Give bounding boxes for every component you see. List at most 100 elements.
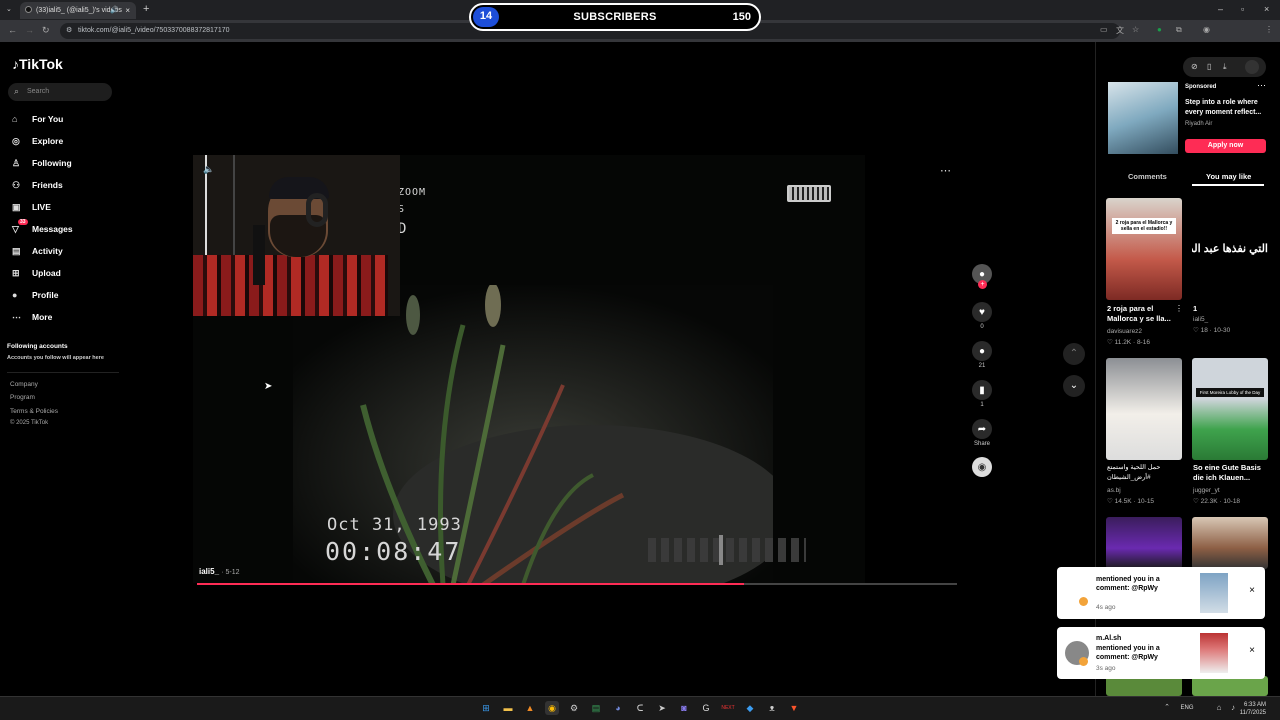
tab-list-icon[interactable]: ⌄ bbox=[6, 5, 12, 13]
close-notification-icon[interactable]: × bbox=[1249, 645, 1255, 656]
nav-live[interactable]: ▣ LIVE bbox=[12, 202, 51, 213]
ad-more-icon[interactable]: ⋯ bbox=[1257, 80, 1266, 91]
app-chat-icon[interactable]: ◙ bbox=[677, 701, 691, 715]
footer-terms[interactable]: Terms & Policies bbox=[10, 408, 58, 415]
card-thumbnail[interactable]: التي نفذها عبد الد bbox=[1192, 198, 1268, 300]
discord-icon[interactable]: ◕ bbox=[611, 701, 625, 715]
nav-activity[interactable]: ▤ Activity bbox=[12, 246, 63, 257]
card-thumbnail[interactable] bbox=[1106, 517, 1182, 569]
ad-title[interactable]: Step into a role where every moment refl… bbox=[1185, 98, 1269, 118]
card-thumbnail[interactable] bbox=[1106, 676, 1182, 696]
next-video-button[interactable]: ⌄ bbox=[1063, 375, 1085, 397]
like-button[interactable]: ♥ 0 bbox=[972, 302, 992, 330]
network-icon[interactable]: ⌂ bbox=[1212, 701, 1226, 715]
card-title[interactable]: 1 bbox=[1193, 304, 1269, 314]
nav-upload[interactable]: ⊞ Upload bbox=[12, 268, 61, 279]
minimize-icon[interactable]: – bbox=[1218, 4, 1223, 14]
save-button[interactable]: ▮ 1 bbox=[972, 380, 992, 408]
tray-chevron-icon[interactable]: ⌃ bbox=[1160, 701, 1174, 715]
mention-notification[interactable]: mentioned you in a comment: @RpWy 4s ago… bbox=[1057, 567, 1265, 619]
close-notification-icon[interactable]: × bbox=[1249, 585, 1255, 596]
card-more-icon[interactable]: ⋮ bbox=[1175, 304, 1183, 313]
music-disc[interactable]: ◉ bbox=[972, 457, 992, 477]
extension-icon[interactable]: ● bbox=[1157, 25, 1162, 34]
speaker-icon[interactable]: 🔊 bbox=[110, 6, 119, 14]
device-icon[interactable]: ▯ bbox=[1207, 62, 1211, 71]
account-icon[interactable]: ◉ bbox=[1203, 25, 1210, 34]
start-icon[interactable]: ⊞ bbox=[479, 701, 493, 715]
forward-icon[interactable]: → bbox=[25, 25, 34, 35]
card-user[interactable]: davisuarez2 bbox=[1107, 328, 1142, 335]
user-avatar-icon[interactable] bbox=[1245, 60, 1259, 74]
language-indicator[interactable]: ENG bbox=[1175, 701, 1199, 715]
file-explorer-icon[interactable]: ▬ bbox=[501, 701, 515, 715]
card-thumbnail[interactable] bbox=[1106, 358, 1182, 460]
back-icon[interactable]: ← bbox=[8, 25, 17, 35]
extensions-puzzle-icon[interactable]: ⧉ bbox=[1176, 25, 1182, 35]
app-a-icon[interactable]: ▲ bbox=[523, 701, 537, 715]
nav-for-you[interactable]: ⌂ For You bbox=[12, 114, 63, 124]
follow-plus-icon[interactable]: + bbox=[978, 280, 987, 289]
creator-avatar[interactable]: ● + bbox=[972, 264, 992, 289]
comment-button[interactable]: ● 21 bbox=[972, 341, 992, 369]
tiktok-logo[interactable]: ♪TikTok bbox=[12, 56, 63, 72]
footer-program[interactable]: Program bbox=[10, 394, 35, 401]
tab-comments[interactable]: Comments bbox=[1128, 172, 1167, 181]
chrome-icon[interactable]: ◉ bbox=[545, 701, 559, 715]
card-thumbnail[interactable]: 2 roja para el Mallorca y sella en el es… bbox=[1106, 198, 1182, 300]
card-thumbnail[interactable]: First Moreira Lobby of the Day bbox=[1192, 358, 1268, 460]
app-gear-icon[interactable]: ⚙ bbox=[567, 701, 581, 715]
bookmark-star-icon[interactable]: ☆ bbox=[1132, 25, 1139, 34]
footer-company[interactable]: Company bbox=[10, 381, 38, 388]
mention-notification[interactable]: m.Al.sh mentioned you in a comment: @RpW… bbox=[1057, 627, 1265, 679]
tab-you-may-like[interactable]: You may like bbox=[1206, 172, 1251, 181]
reload-icon[interactable]: ↻ bbox=[42, 25, 50, 36]
site-info-icon[interactable]: ⚙ bbox=[66, 26, 72, 34]
nav-more[interactable]: ⋯ More bbox=[12, 312, 52, 323]
card-thumbnail[interactable] bbox=[1192, 676, 1268, 696]
nav-friends[interactable]: ⚇ Friends bbox=[12, 180, 63, 191]
previous-video-button[interactable]: ⌃ bbox=[1063, 343, 1085, 365]
nav-profile[interactable]: ● Profile bbox=[12, 290, 58, 300]
author-name[interactable]: iali5_ bbox=[199, 567, 219, 576]
app-g-icon[interactable]: G bbox=[699, 701, 713, 715]
card-title[interactable]: 2 roja para el Mallorca y se lla... bbox=[1107, 304, 1183, 324]
maximize-icon[interactable]: ▫ bbox=[1241, 4, 1244, 14]
card-title[interactable]: So eine Gute Basis die ich Klauen... bbox=[1193, 463, 1269, 483]
card-user[interactable]: iali5_ bbox=[1193, 316, 1208, 323]
install-icon[interactable]: ▭ bbox=[1100, 25, 1108, 34]
video-more-options-icon[interactable]: ⋯ bbox=[940, 164, 951, 177]
nav-messages[interactable]: ▽ 33 Messages bbox=[12, 219, 73, 235]
share-button[interactable]: ➦ Share bbox=[972, 419, 992, 447]
app-cat-icon[interactable]: ᴥ bbox=[765, 701, 779, 715]
close-tab-icon[interactable]: × bbox=[125, 6, 130, 15]
close-window-icon[interactable]: × bbox=[1264, 4, 1269, 14]
app-blue-icon[interactable]: ◆ bbox=[743, 701, 757, 715]
system-clock[interactable]: 6:33 AM 11/7/2025 bbox=[1240, 701, 1266, 717]
nav-following[interactable]: ♙ Following bbox=[12, 158, 72, 169]
app-next-icon[interactable]: NEXT bbox=[721, 701, 735, 715]
ad-thumbnail[interactable] bbox=[1108, 82, 1178, 154]
brave-icon[interactable]: ▼ bbox=[787, 701, 801, 715]
card-title[interactable]: حمل اللحية واستمتع #أرض_الشيطان bbox=[1107, 463, 1183, 483]
video-progress-bar[interactable] bbox=[197, 583, 957, 585]
nav-explore[interactable]: ◎ Explore bbox=[12, 136, 63, 147]
app-c-icon[interactable]: ᑕ bbox=[633, 701, 647, 715]
video-author[interactable]: iali5_ · 5-12 bbox=[199, 567, 240, 576]
volume-tray-icon[interactable]: ♪ bbox=[1226, 701, 1240, 715]
browser-menu-icon[interactable]: ⋮ bbox=[1265, 25, 1273, 34]
search-input[interactable]: ⌕ Search bbox=[8, 83, 112, 101]
card-thumbnail[interactable] bbox=[1192, 517, 1268, 569]
app-terminal-icon[interactable]: ▤ bbox=[589, 701, 603, 715]
compass-small-icon[interactable]: ⊘ bbox=[1191, 62, 1198, 71]
card-user[interactable]: jugger_yt bbox=[1193, 487, 1220, 494]
steam-icon[interactable]: ➤ bbox=[655, 701, 669, 715]
volume-icon[interactable]: 🔈 bbox=[203, 164, 214, 175]
apply-now-button[interactable]: Apply now bbox=[1185, 139, 1266, 153]
browser-tab[interactable]: (33)iali5_ (@iali5_)'s videos 🔊 × bbox=[20, 2, 136, 19]
ad-brand[interactable]: Riyadh Air bbox=[1185, 121, 1212, 127]
card-user[interactable]: as.bj bbox=[1107, 487, 1121, 494]
translate-icon[interactable]: 文 bbox=[1116, 25, 1124, 36]
new-tab-icon[interactable]: + bbox=[143, 3, 149, 15]
download-icon[interactable]: ⤓ bbox=[1223, 62, 1227, 72]
